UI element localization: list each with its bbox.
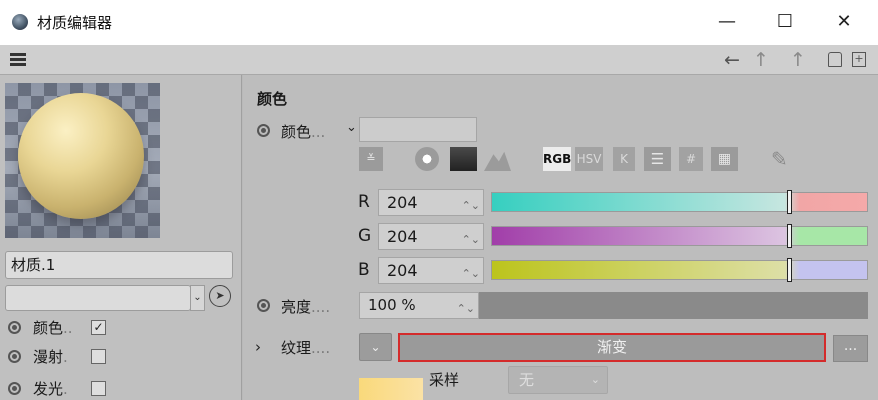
back-arrow-icon[interactable]: ←: [724, 49, 740, 71]
color-label-text: 颜色: [281, 123, 312, 141]
channel-label-luminance: 发光.: [33, 378, 68, 399]
brightness-label: 亮度....: [281, 296, 330, 317]
radio-icon[interactable]: [8, 382, 21, 395]
color-swatch[interactable]: [359, 117, 477, 142]
channel-label-diffuse: 漫射.: [33, 346, 68, 367]
lock-icon[interactable]: [828, 52, 842, 67]
blue-slider[interactable]: [491, 258, 868, 282]
stepper-icon[interactable]: ⌃⌄: [462, 193, 480, 218]
texture-label-dots: ....: [311, 339, 331, 357]
sampling-dropdown[interactable]: 无 ⌄: [508, 366, 608, 394]
rgb-mode-button[interactable]: RGB: [543, 147, 571, 171]
radio-icon[interactable]: [8, 321, 21, 334]
section-title: 颜色: [257, 90, 288, 108]
brightness-value: 100 %: [368, 296, 416, 314]
brightness-label-dots: ....: [311, 298, 331, 316]
gradient-preview: [359, 378, 423, 400]
red-value-field[interactable]: 204 ⌃⌄: [378, 189, 484, 216]
brightness-radio-icon[interactable]: [257, 299, 270, 312]
stepper-icon[interactable]: ⌃⌄: [457, 296, 475, 321]
up-arrow-2-icon[interactable]: ↑: [790, 49, 806, 71]
texture-label-text: 纹理: [281, 339, 312, 357]
color-label-dots: ...: [311, 123, 326, 141]
channel-name: 发光: [33, 380, 64, 398]
texture-label: 纹理....: [281, 337, 330, 358]
title-bar: 材质编辑器 — ☐ ✕: [0, 0, 878, 45]
chevron-down-icon[interactable]: ⌄: [190, 285, 205, 311]
preview-sphere: [18, 93, 144, 219]
brightness-slider[interactable]: [479, 292, 868, 319]
material-preview[interactable]: [5, 83, 160, 238]
menu-bar: ← ↑ ↑ +: [0, 45, 878, 75]
menu-icon[interactable]: [10, 53, 26, 66]
sampling-value: 无: [519, 371, 535, 389]
more-options-button[interactable]: ...: [833, 335, 868, 362]
channel-letter-g: G: [358, 226, 372, 246]
sampling-label: 采样: [429, 371, 460, 389]
red-slider-handle[interactable]: [787, 190, 792, 214]
channel-checkbox-color[interactable]: ✓: [91, 320, 106, 335]
swatches-icon[interactable]: ▦: [711, 147, 738, 171]
color-spectrum-icon[interactable]: ≚: [359, 147, 383, 171]
texture-dropdown-button[interactable]: ⌄: [359, 333, 392, 361]
color-label: 颜色...: [281, 121, 325, 142]
hsv-mode-button[interactable]: HSV: [575, 147, 603, 171]
blue-value: 204: [387, 261, 418, 280]
brightness-field[interactable]: 100 % ⌃⌄: [359, 292, 479, 319]
stepper-icon[interactable]: ⌃⌄: [462, 227, 480, 252]
channel-dots: .: [63, 380, 68, 398]
close-button[interactable]: ✕: [829, 8, 859, 36]
color-wheel-icon[interactable]: [415, 147, 439, 171]
kelvin-mode-button[interactable]: K: [613, 147, 635, 171]
channel-dots: ..: [63, 319, 73, 337]
channel-label-color: 颜色..: [33, 317, 73, 338]
maximize-button[interactable]: ☐: [770, 8, 800, 36]
channel-dots: .: [63, 348, 68, 366]
landscape-icon[interactable]: [484, 151, 511, 171]
channel-letter-r: R: [358, 192, 370, 212]
green-value: 204: [387, 227, 418, 246]
channel-name: 漫射: [33, 348, 64, 366]
red-slider[interactable]: [491, 190, 868, 214]
green-value-field[interactable]: 204 ⌃⌄: [378, 223, 484, 250]
eyedropper-icon[interactable]: ✎: [771, 147, 795, 171]
material-list-panel: 材质.1 ⌄ ➤ 颜色.. ✓ 漫射. 发光.: [0, 75, 242, 400]
blue-slider-handle[interactable]: [787, 258, 792, 282]
color-radio-icon[interactable]: [257, 124, 270, 137]
red-value: 204: [387, 193, 418, 212]
channel-checkbox-diffuse[interactable]: [91, 349, 106, 364]
channel-checkbox-luminance[interactable]: [91, 381, 106, 396]
green-slider-handle[interactable]: [787, 224, 792, 248]
chevron-down-icon[interactable]: ⌄: [346, 120, 357, 135]
mixer-icon[interactable]: ☰: [644, 147, 671, 171]
hex-button[interactable]: #: [679, 147, 703, 171]
pick-arrow-icon[interactable]: ➤: [209, 285, 231, 307]
minimize-button[interactable]: —: [712, 8, 742, 36]
blue-value-field[interactable]: 204 ⌃⌄: [378, 257, 484, 284]
color-properties-panel: 颜色 颜色... ⌄ ≚ RGB HSV K ☰ # ▦ ✎ R 204 ⌃⌄ G…: [243, 75, 878, 400]
cinema4d-icon: [12, 14, 28, 30]
channel-letter-b: B: [358, 260, 370, 280]
channel-name: 颜色: [33, 319, 64, 337]
new-panel-icon[interactable]: +: [852, 52, 866, 67]
material-dropdown[interactable]: [5, 285, 191, 311]
up-arrow-icon[interactable]: ↑: [753, 49, 769, 71]
green-slider[interactable]: [491, 224, 868, 248]
stepper-icon[interactable]: ⌃⌄: [462, 261, 480, 286]
chevron-down-icon: ⌄: [590, 373, 600, 386]
brightness-label-text: 亮度: [281, 298, 312, 316]
gradient-shader-button[interactable]: 渐变: [398, 333, 826, 362]
window-title: 材质编辑器: [37, 14, 113, 32]
radio-icon[interactable]: [8, 350, 21, 363]
material-name-field[interactable]: 材质.1: [5, 251, 233, 279]
chevron-right-icon[interactable]: ›: [255, 338, 261, 356]
image-picker-icon[interactable]: [450, 147, 477, 171]
